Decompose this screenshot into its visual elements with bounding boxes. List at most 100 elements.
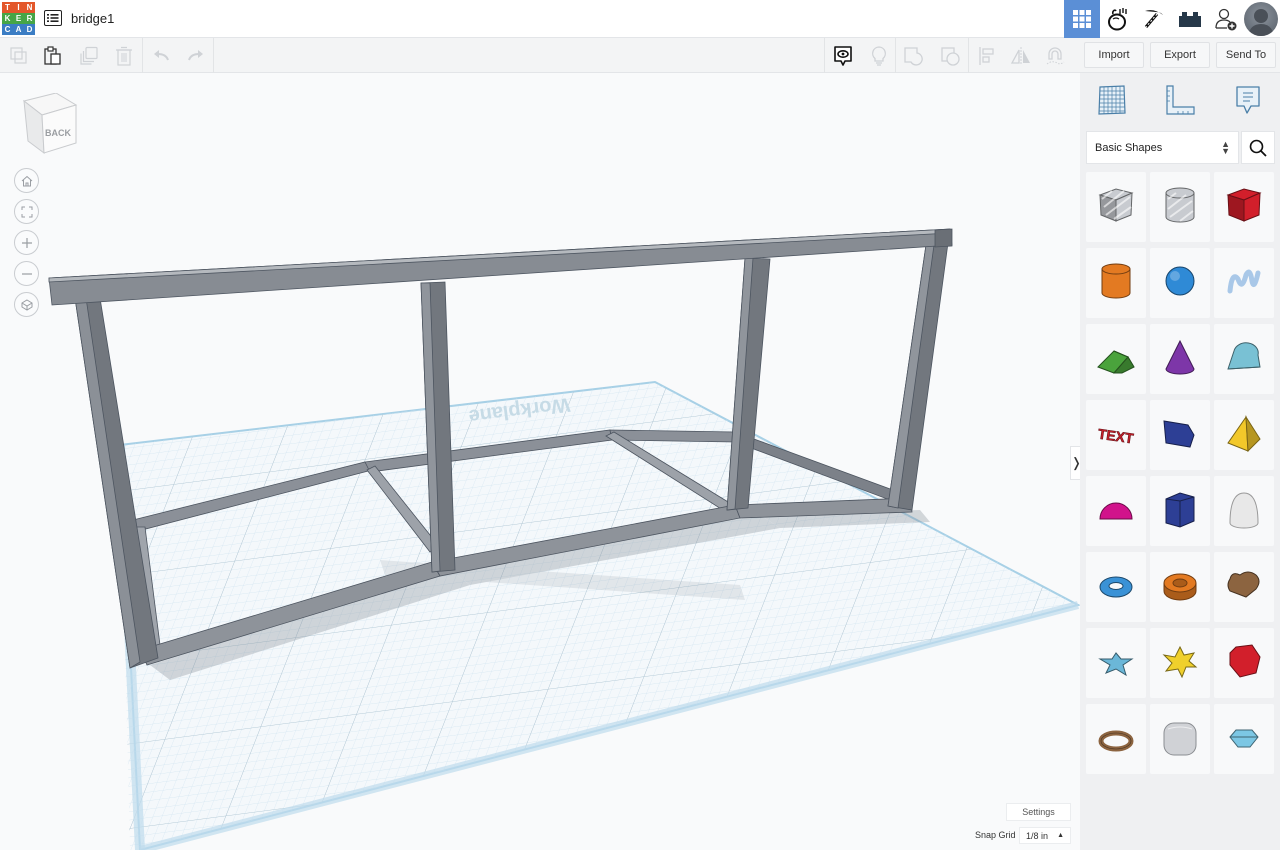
shape-round-box[interactable] (1150, 704, 1210, 774)
shape-star-six-point[interactable] (1150, 628, 1210, 698)
home-view-button[interactable] (14, 168, 39, 193)
workplane-tab[interactable] (1095, 83, 1129, 117)
shape-sphere[interactable] (1150, 248, 1210, 318)
paste-icon (43, 45, 61, 65)
diamond-icon (1229, 729, 1259, 748)
shape-scribble[interactable] (1214, 248, 1274, 318)
shape-roof[interactable] (1086, 324, 1146, 394)
shape-tube[interactable] (1150, 552, 1210, 622)
fit-all-button[interactable] (14, 199, 39, 224)
ungroup-icon (940, 46, 960, 66)
lego-brick-icon[interactable] (1172, 0, 1208, 38)
logo-letter: A (13, 24, 24, 35)
send-to-button[interactable]: Send To (1216, 42, 1276, 68)
shape-wedge[interactable] (1150, 400, 1210, 470)
pyramid-icon (1227, 415, 1261, 453)
magnet-button[interactable] (1037, 38, 1072, 73)
duplicate-button[interactable] (71, 38, 106, 73)
show-notes-button[interactable] (825, 38, 860, 73)
shape-round-roof[interactable] (1214, 324, 1274, 394)
user-avatar[interactable] (1244, 2, 1278, 36)
search-icon (1249, 139, 1267, 157)
icosahedron-icon (1229, 644, 1261, 678)
zoom-in-button[interactable] (14, 230, 39, 255)
ruler-icon (1166, 85, 1195, 115)
svg-text:TEXT: TEXT (1097, 426, 1135, 447)
duplicate-icon (79, 46, 98, 65)
notes-tab[interactable] (1231, 83, 1265, 117)
shape-diamond[interactable] (1214, 704, 1274, 774)
circuits-icon[interactable] (1100, 0, 1136, 38)
design-list-icon[interactable] (44, 10, 62, 26)
settings-button[interactable]: Settings (1006, 803, 1071, 821)
paraboloid-icon (1229, 492, 1259, 529)
shape-box[interactable] (1214, 172, 1274, 242)
export-button[interactable]: Export (1150, 42, 1210, 68)
group-button[interactable] (896, 38, 931, 73)
ruler-tab[interactable] (1163, 83, 1197, 117)
shape-cone[interactable] (1150, 324, 1210, 394)
undo-button[interactable] (143, 38, 178, 73)
plus-icon (21, 237, 32, 248)
shape-pyramid[interactable] (1214, 400, 1274, 470)
wedge-icon (1163, 420, 1195, 448)
tinkercad-logo[interactable]: TINKERCAD (2, 2, 35, 35)
delete-button[interactable] (106, 38, 141, 73)
minecraft-pickaxe-icon[interactable] (1136, 0, 1172, 38)
zoom-out-button[interactable] (14, 261, 39, 286)
shape-grid: TEXT (1086, 172, 1280, 774)
shape-cylinder-hole[interactable] (1150, 172, 1210, 242)
shape-box-hole[interactable] (1086, 172, 1146, 242)
sphere-icon (1165, 266, 1195, 296)
scene-canvas[interactable]: Workplane (0, 73, 1080, 850)
shape-category-select[interactable]: Basic Shapes ▲ ▼ (1086, 131, 1239, 164)
shapes-panel: Basic Shapes ▲ ▼ TEXT (1080, 73, 1280, 850)
logo-letter: K (2, 13, 13, 24)
shape-polygon[interactable] (1150, 476, 1210, 546)
shape-half-sphere[interactable] (1086, 476, 1146, 546)
round-box-icon (1163, 722, 1197, 756)
shape-text[interactable]: TEXT (1086, 400, 1146, 470)
magnet-icon (1046, 46, 1064, 64)
ortho-perspective-button[interactable] (14, 292, 39, 317)
shape-ring[interactable] (1086, 704, 1146, 774)
shape-star[interactable] (1086, 628, 1146, 698)
copy-icon (9, 46, 27, 64)
document-title[interactable]: bridge1 (71, 11, 114, 26)
workplane-grid-icon (1098, 85, 1126, 115)
snap-grid-select[interactable]: 1/8 in ▲ (1019, 827, 1071, 844)
lightbulb-button[interactable] (861, 38, 896, 73)
toolbar-divider (213, 38, 214, 73)
select-arrows-icon: ▲ ▼ (1221, 139, 1230, 156)
add-user-icon[interactable] (1208, 0, 1244, 38)
roof-icon (1097, 350, 1135, 374)
snap-grid-label: Snap Grid (975, 830, 1016, 840)
align-button[interactable] (969, 38, 1004, 73)
redo-icon (187, 49, 203, 60)
shape-heart[interactable] (1214, 552, 1274, 622)
3d-viewport[interactable]: Workplane BACK Settings Snap Grid 1/8 in… (0, 73, 1080, 850)
import-button[interactable]: Import (1084, 42, 1144, 68)
mirror-button[interactable] (1003, 38, 1038, 73)
view-cube-face-label: BACK (45, 128, 71, 138)
notes-icon (1236, 86, 1260, 114)
polygon-icon (1165, 492, 1195, 528)
tinkercad-editor: TINKERCAD bridge1 Import Export Send To … (0, 0, 1280, 850)
shape-icosahedron[interactable] (1214, 628, 1274, 698)
shape-paraboloid[interactable] (1214, 476, 1274, 546)
collapse-panel-button[interactable]: ❭ (1070, 446, 1080, 480)
3d-design-grid-icon[interactable] (1064, 0, 1100, 38)
shape-cylinder[interactable] (1086, 248, 1146, 318)
ungroup-button[interactable] (933, 38, 968, 73)
heart-icon (1227, 571, 1260, 598)
paste-button[interactable] (35, 38, 70, 73)
copy-button[interactable] (1, 38, 36, 73)
shape-torus[interactable] (1086, 552, 1146, 622)
redo-button[interactable] (178, 38, 213, 73)
logo-letter: T (2, 2, 13, 13)
torus-icon (1099, 576, 1133, 598)
export-toolbar: Import Export Send To (1080, 38, 1280, 73)
shape-search-button[interactable] (1241, 131, 1275, 164)
trash-icon (115, 46, 132, 66)
view-cube[interactable]: BACK (20, 92, 80, 155)
